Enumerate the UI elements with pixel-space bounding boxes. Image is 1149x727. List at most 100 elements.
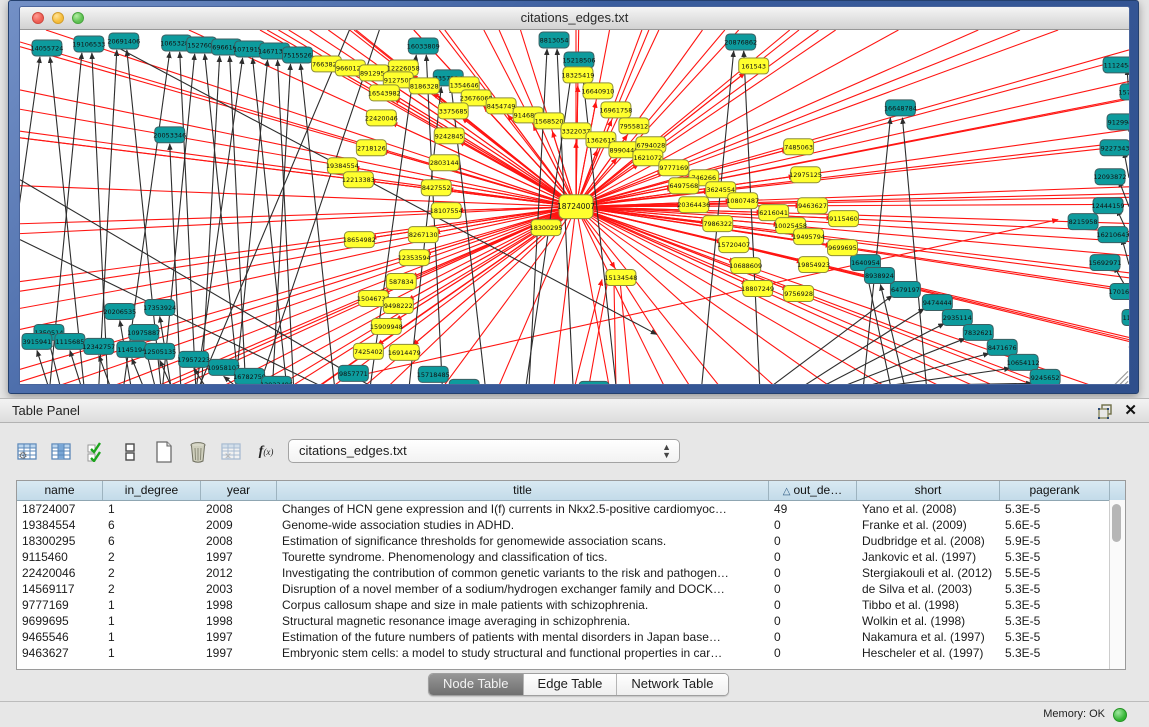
select-column-icon[interactable] bbox=[48, 439, 76, 465]
graph-node[interactable]: 12213383 bbox=[342, 172, 375, 188]
graph-node[interactable]: 16648784 bbox=[884, 100, 917, 116]
table-row[interactable]: 969969511998Structural magnetic resonanc… bbox=[17, 613, 1125, 629]
graph-node[interactable]: 9756928 bbox=[784, 286, 814, 302]
graph-node[interactable]: 12975125 bbox=[789, 167, 822, 183]
graph-node[interactable]: 16210643 bbox=[1097, 227, 1129, 243]
float-panel-icon[interactable] bbox=[1098, 404, 1113, 419]
new-table-icon[interactable] bbox=[150, 439, 178, 465]
column-header-short[interactable]: short bbox=[857, 481, 1000, 500]
graph-node[interactable]: 2718126 bbox=[356, 140, 386, 156]
graph-node[interactable]: 9463627 bbox=[798, 198, 828, 214]
graph-node[interactable]: 9777169 bbox=[659, 160, 689, 176]
tab-network-table[interactable]: Network Table bbox=[617, 674, 727, 695]
graph-node[interactable]: 6479197 bbox=[890, 282, 920, 298]
graph-node[interactable]: 8215958 bbox=[1068, 214, 1098, 230]
graph-node[interactable]: 9129946 bbox=[1107, 114, 1129, 130]
tab-node-table[interactable]: Node Table bbox=[429, 674, 524, 695]
table-vertical-scrollbar[interactable] bbox=[1109, 500, 1125, 669]
graph-node[interactable]: 15720407 bbox=[717, 237, 750, 253]
table-row[interactable]: 1830029562008Estimation of significance … bbox=[17, 533, 1125, 549]
graph-node[interactable]: 16961758 bbox=[599, 102, 632, 118]
graph-node[interactable]: 15134548 bbox=[604, 270, 637, 286]
graph-node[interactable]: 17016504 bbox=[1109, 284, 1129, 300]
graph-node[interactable]: 6497568 bbox=[669, 178, 699, 194]
column-header-name[interactable]: name bbox=[17, 481, 103, 500]
graph-node[interactable]: 17353924 bbox=[143, 300, 176, 316]
column-header-title[interactable]: title bbox=[277, 481, 769, 500]
graph-node[interactable]: 15751074 bbox=[1119, 84, 1129, 100]
graph-node[interactable]: 10654112 bbox=[1007, 354, 1040, 370]
graph-node[interactable]: 8938924 bbox=[864, 268, 894, 284]
graph-node[interactable]: 12342757 bbox=[82, 338, 115, 354]
graph-node[interactable]: 17957223 bbox=[177, 351, 210, 367]
graph-node[interactable]: 9699695 bbox=[828, 240, 858, 256]
graph-node[interactable]: 7986322 bbox=[703, 216, 733, 232]
graph-node[interactable]: 16033809 bbox=[407, 38, 440, 54]
graph-node[interactable]: 15909948 bbox=[370, 318, 403, 334]
graph-node[interactable]: 10688609 bbox=[729, 258, 762, 274]
graph-node[interactable]: 9115460 bbox=[829, 211, 859, 227]
table-row[interactable]: 946554611997Estimation of the future num… bbox=[17, 629, 1125, 645]
graph-node[interactable]: 1145194 bbox=[117, 341, 147, 357]
tab-edge-table[interactable]: Edge Table bbox=[524, 674, 618, 695]
row-height-icon[interactable] bbox=[116, 439, 144, 465]
graph-node[interactable]: 12353594 bbox=[398, 250, 431, 266]
column-header-pagerank[interactable]: pagerank bbox=[1000, 481, 1110, 500]
graph-node[interactable]: 20876862 bbox=[724, 34, 757, 50]
graph-node[interactable]: 9857771 bbox=[338, 365, 368, 381]
graph-node[interactable]: 20364436 bbox=[677, 197, 710, 213]
graph-node[interactable]: 16640910 bbox=[581, 83, 614, 99]
graph-node[interactable]: 16543982 bbox=[368, 85, 401, 101]
table-row[interactable]: 977716911998Corpus callosum shape and si… bbox=[17, 597, 1125, 613]
function-builder-icon[interactable]: f(x) bbox=[252, 439, 280, 465]
table-row[interactable]: 2242004622012Investigating the contribut… bbox=[17, 565, 1125, 581]
graph-node[interactable]: 8813054 bbox=[539, 32, 569, 48]
graph-node[interactable]: 14055724 bbox=[30, 40, 63, 56]
graph-node[interactable]: 9242845 bbox=[434, 128, 464, 144]
table-row[interactable]: 1872400712008Changes of HCN gene express… bbox=[17, 501, 1125, 517]
graph-node[interactable]: 7485063 bbox=[784, 139, 814, 155]
graph-node[interactable]: 19495794 bbox=[792, 229, 825, 245]
graph-node[interactable]: 18654982 bbox=[343, 232, 376, 248]
graph-node[interactable]: 7515526 bbox=[283, 47, 313, 63]
network-view-window[interactable]: citations_edges.txt 14055724191065332069… bbox=[8, 0, 1139, 394]
graph-node[interactable]: 9474444 bbox=[922, 295, 952, 311]
graph-node[interactable]: 20053346 bbox=[153, 127, 186, 143]
graph-node[interactable]: 15718485 bbox=[417, 366, 450, 382]
graph-node[interactable]: 7832621 bbox=[963, 324, 993, 340]
column-header-year[interactable]: year bbox=[201, 481, 277, 500]
scrollbar-thumb[interactable] bbox=[1112, 504, 1121, 542]
graph-hub-node[interactable]: 18724007 bbox=[557, 195, 595, 219]
graph-node[interactable]: 18300295 bbox=[530, 220, 563, 236]
graph-node[interactable]: 14569117 bbox=[448, 379, 481, 385]
graph-node[interactable]: 12923486 bbox=[260, 376, 293, 385]
graph-node[interactable]: 9227343 bbox=[1100, 140, 1129, 156]
close-window-button[interactable] bbox=[32, 12, 44, 24]
minimize-window-button[interactable] bbox=[52, 12, 64, 24]
column-header-in_degree[interactable]: in_degree bbox=[103, 481, 201, 500]
graph-node[interactable]: 1115685 bbox=[55, 333, 85, 349]
graph-node[interactable]: 161543 bbox=[739, 58, 769, 74]
graph-node[interactable]: 10807487 bbox=[726, 193, 759, 209]
graph-node[interactable]: 18807249 bbox=[741, 281, 774, 297]
graph-node[interactable]: 20206535 bbox=[103, 303, 136, 319]
table-row[interactable]: 1938455462009Genome-wide association stu… bbox=[17, 517, 1125, 533]
graph-node[interactable]: 9245652 bbox=[1030, 369, 1060, 385]
memory-status-icon[interactable] bbox=[1113, 708, 1127, 722]
graph-node[interactable]: 7955812 bbox=[619, 118, 649, 134]
graph-node[interactable]: 16914479 bbox=[388, 344, 421, 360]
graph-node[interactable]: 15218506 bbox=[563, 52, 596, 68]
graph-node[interactable]: 8267130 bbox=[408, 227, 438, 243]
column-header-out_de[interactable]: △out_de… bbox=[769, 481, 857, 500]
graph-node[interactable]: 15692971 bbox=[1089, 255, 1122, 271]
close-panel-icon[interactable]: ✕ bbox=[1124, 401, 1137, 419]
network-canvas[interactable]: 1405572419106533206914061065328715276026… bbox=[20, 30, 1129, 385]
graph-node[interactable]: 22420046 bbox=[365, 110, 398, 126]
graph-node[interactable]: 2803144 bbox=[429, 155, 459, 171]
delete-rows-icon[interactable] bbox=[184, 439, 212, 465]
graph-node[interactable]: 9465546 bbox=[579, 381, 609, 385]
graph-node[interactable]: 1112454 bbox=[1103, 57, 1129, 73]
graph-node[interactable]: 20691406 bbox=[107, 33, 140, 49]
graph-node[interactable]: 18325419 bbox=[562, 67, 595, 83]
graph-node[interactable]: 19854923 bbox=[797, 257, 830, 273]
